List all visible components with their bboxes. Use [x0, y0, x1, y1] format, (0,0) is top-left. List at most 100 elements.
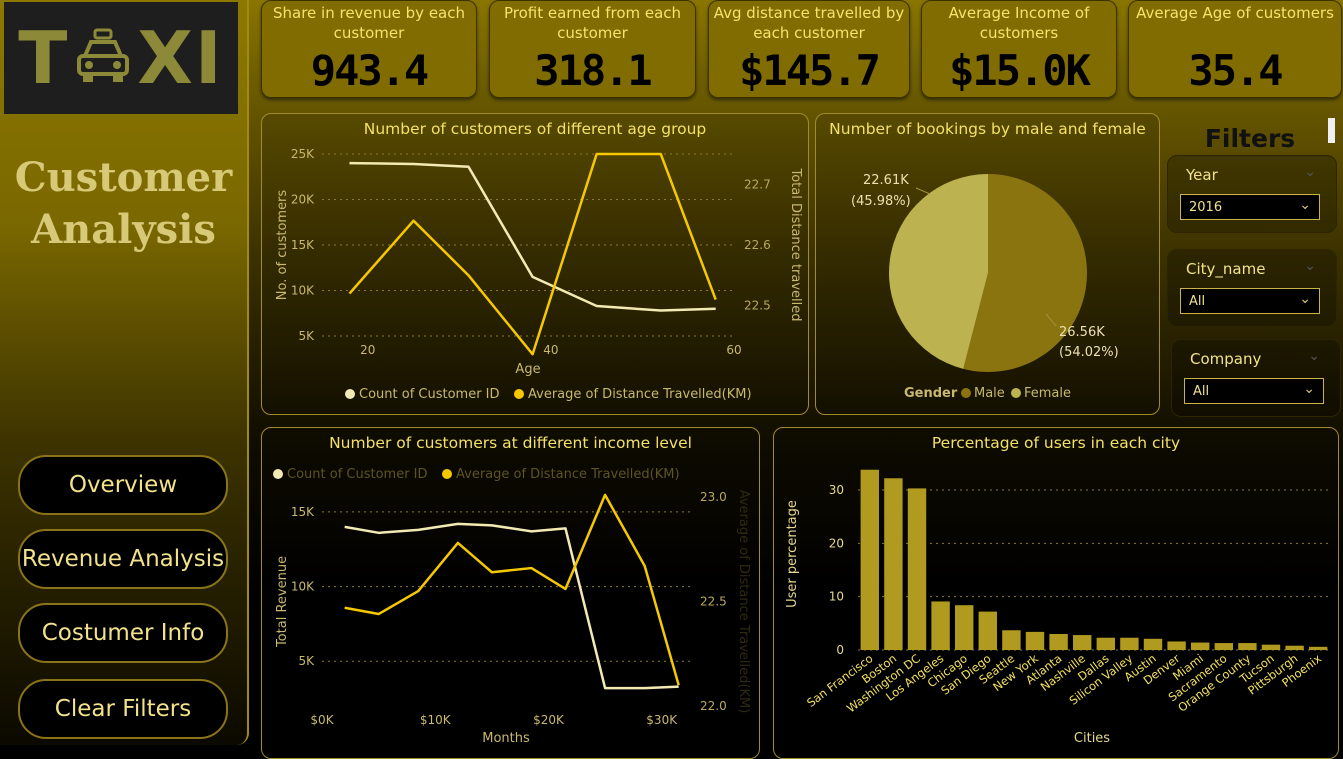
- y-tick-label: 15K: [291, 505, 315, 519]
- city-bar: [1214, 643, 1234, 650]
- filter-label: Company: [1190, 350, 1262, 368]
- y2-tick-label: 23.0: [700, 490, 727, 504]
- sidebar: T XI Customer Analysis Overview Revenue …: [0, 0, 249, 745]
- city-select[interactable]: All ⌄: [1180, 288, 1320, 314]
- kpi-value: 943.4: [310, 46, 429, 95]
- x-axis-label: Age: [515, 362, 540, 377]
- gender-pie-panel: Number of bookings by male and female 26…: [815, 113, 1160, 415]
- filter-card-company: Company ⌄ All ⌄: [1171, 339, 1341, 417]
- page-title: Customer Analysis: [14, 154, 233, 253]
- chevron-down-icon: ⌄: [1299, 291, 1311, 307]
- slice-value-label: 26.56K: [1059, 325, 1105, 340]
- chevron-down-icon: ⌄: [1303, 381, 1315, 397]
- x-axis-label: Months: [482, 731, 530, 746]
- legend-marker: [514, 389, 524, 399]
- kpi-card-revenue-share: Share in revenue by each customer 943.4: [261, 0, 477, 98]
- chevron-down-icon: ⌄: [1299, 197, 1311, 213]
- overview-button[interactable]: Overview: [18, 455, 228, 515]
- legend-label: Female: [1024, 386, 1071, 401]
- legend-label: Average of Distance Travelled(KM): [456, 467, 680, 482]
- slice-pct-label: (54.02%): [1059, 345, 1119, 360]
- legend-label: Count of Customer ID: [287, 467, 428, 482]
- clear-filters-button[interactable]: Clear Filters: [18, 679, 228, 739]
- kpi-value: $15.0K: [949, 46, 1091, 95]
- city-bar: [1167, 641, 1186, 650]
- chevron-down-icon[interactable]: ⌄: [1304, 258, 1316, 274]
- kpi-card-avg-income: Average Income of customers $15.0K: [921, 0, 1117, 98]
- legend-label: Male: [974, 386, 1005, 401]
- series-line: [349, 161, 716, 312]
- income-level-chart-panel: Number of customers at different income …: [261, 427, 760, 759]
- logo-letters-xi: XI: [137, 16, 224, 100]
- legend-label: Count of Customer ID: [359, 387, 500, 402]
- legend-marker: [442, 469, 452, 479]
- filter-label: City_name: [1186, 260, 1266, 278]
- city-bar: [1025, 631, 1045, 650]
- chevron-down-icon[interactable]: ⌄: [1304, 164, 1316, 180]
- gender-pie-chart: 26.56K (54.02%) 22.61K (45.98%) Gender Male Fe…: [851, 173, 1119, 401]
- city-bar: [931, 601, 950, 650]
- x-axis-label: Cities: [1074, 731, 1110, 746]
- legend-label: Average of Distance Travelled(KM): [528, 387, 752, 402]
- city-bar: [1308, 646, 1328, 650]
- city-bar: [1120, 637, 1139, 650]
- city-bar: [860, 469, 880, 650]
- y2-axis-label: Average of Distance Travelled(KM): [736, 490, 751, 714]
- legend-marker: [961, 388, 971, 398]
- scrollbar-thumb[interactable]: [1328, 118, 1335, 143]
- age-group-chart-panel: Number of customers of different age gro…: [261, 113, 809, 415]
- y2-tick-label: 22.5: [700, 595, 727, 609]
- customer-info-button[interactable]: Costumer Info: [18, 603, 228, 663]
- filter-card-year: Year ⌄ 2016 ⌄: [1167, 155, 1337, 233]
- kpi-value: 318.1: [534, 46, 652, 95]
- kpi-card-avg-distance: Avg distance travelled by each customer …: [708, 0, 910, 98]
- chevron-down-icon[interactable]: ⌄: [1308, 348, 1320, 364]
- city-bar: [978, 611, 998, 650]
- legend-marker: [273, 469, 283, 479]
- filter-label: Year: [1186, 166, 1218, 184]
- y-tick-label: 5K: [298, 329, 315, 343]
- x-tick-label: $0K: [310, 713, 334, 727]
- kpi-label: Average Income of customers: [948, 4, 1090, 42]
- slice-value-label: 22.61K: [863, 173, 909, 188]
- x-tick-label: $30K: [646, 713, 678, 727]
- age-group-line-chart: 5K 10K 15K 20K 25K 22.5 22.6 22.7 20 40 60 Age No. o…: [275, 147, 803, 402]
- city-bar: [1190, 642, 1210, 650]
- y-tick-label: 10K: [291, 284, 315, 298]
- legend-marker: [1011, 388, 1021, 398]
- kpi-value: $145.7: [739, 46, 881, 95]
- series-line: [348, 152, 717, 356]
- y-tick-label: 5K: [298, 654, 315, 668]
- city-bar: [1261, 644, 1281, 650]
- legend-title: Gender: [904, 386, 958, 401]
- kpi-label: Avg distance travelled by each customer: [713, 4, 905, 42]
- filters-title: Filters: [1204, 124, 1296, 153]
- city-bar: [954, 605, 974, 650]
- kpi-label: Average Age of customers: [1136, 4, 1334, 22]
- logo-letter-t: T: [18, 16, 70, 100]
- city-bar: [1002, 630, 1021, 650]
- y-tick-label: 15K: [291, 238, 315, 252]
- y-tick-label: 25K: [291, 147, 315, 161]
- x-tick-label: 60: [726, 343, 741, 357]
- city-bar: [1143, 638, 1163, 650]
- y2-tick-label: 22.7: [744, 177, 771, 191]
- filter-card-city: City_name ⌄ All ⌄: [1167, 249, 1337, 327]
- y-axis-label: Total Revenue: [275, 556, 290, 648]
- y2-tick-label: 22.5: [744, 299, 771, 313]
- city-bar: [1238, 643, 1257, 650]
- kpi-card-profit: Profit earned from each customer 318.1: [489, 0, 696, 98]
- filter-value: 2016: [1189, 199, 1223, 215]
- y-tick-label: 10: [829, 590, 844, 604]
- year-select[interactable]: 2016 ⌄: [1180, 194, 1320, 220]
- kpi-value: 35.4: [1188, 46, 1283, 95]
- city-bar: [1072, 635, 1092, 650]
- y2-tick-label: 22.6: [744, 238, 771, 252]
- city-bar-panel: Percentage of users in each city 0 10 20 30…: [773, 427, 1339, 759]
- kpi-card-avg-age: Average Age of customers 35.4: [1128, 0, 1342, 98]
- city-bar-chart: 0102030San FranciscoBostonWashington DCL…: [785, 469, 1330, 746]
- revenue-analysis-button[interactable]: Revenue Analysis: [18, 529, 228, 589]
- label-leader: [915, 187, 931, 195]
- company-select[interactable]: All ⌄: [1184, 378, 1324, 404]
- y-axis-label: No. of customers: [275, 190, 290, 301]
